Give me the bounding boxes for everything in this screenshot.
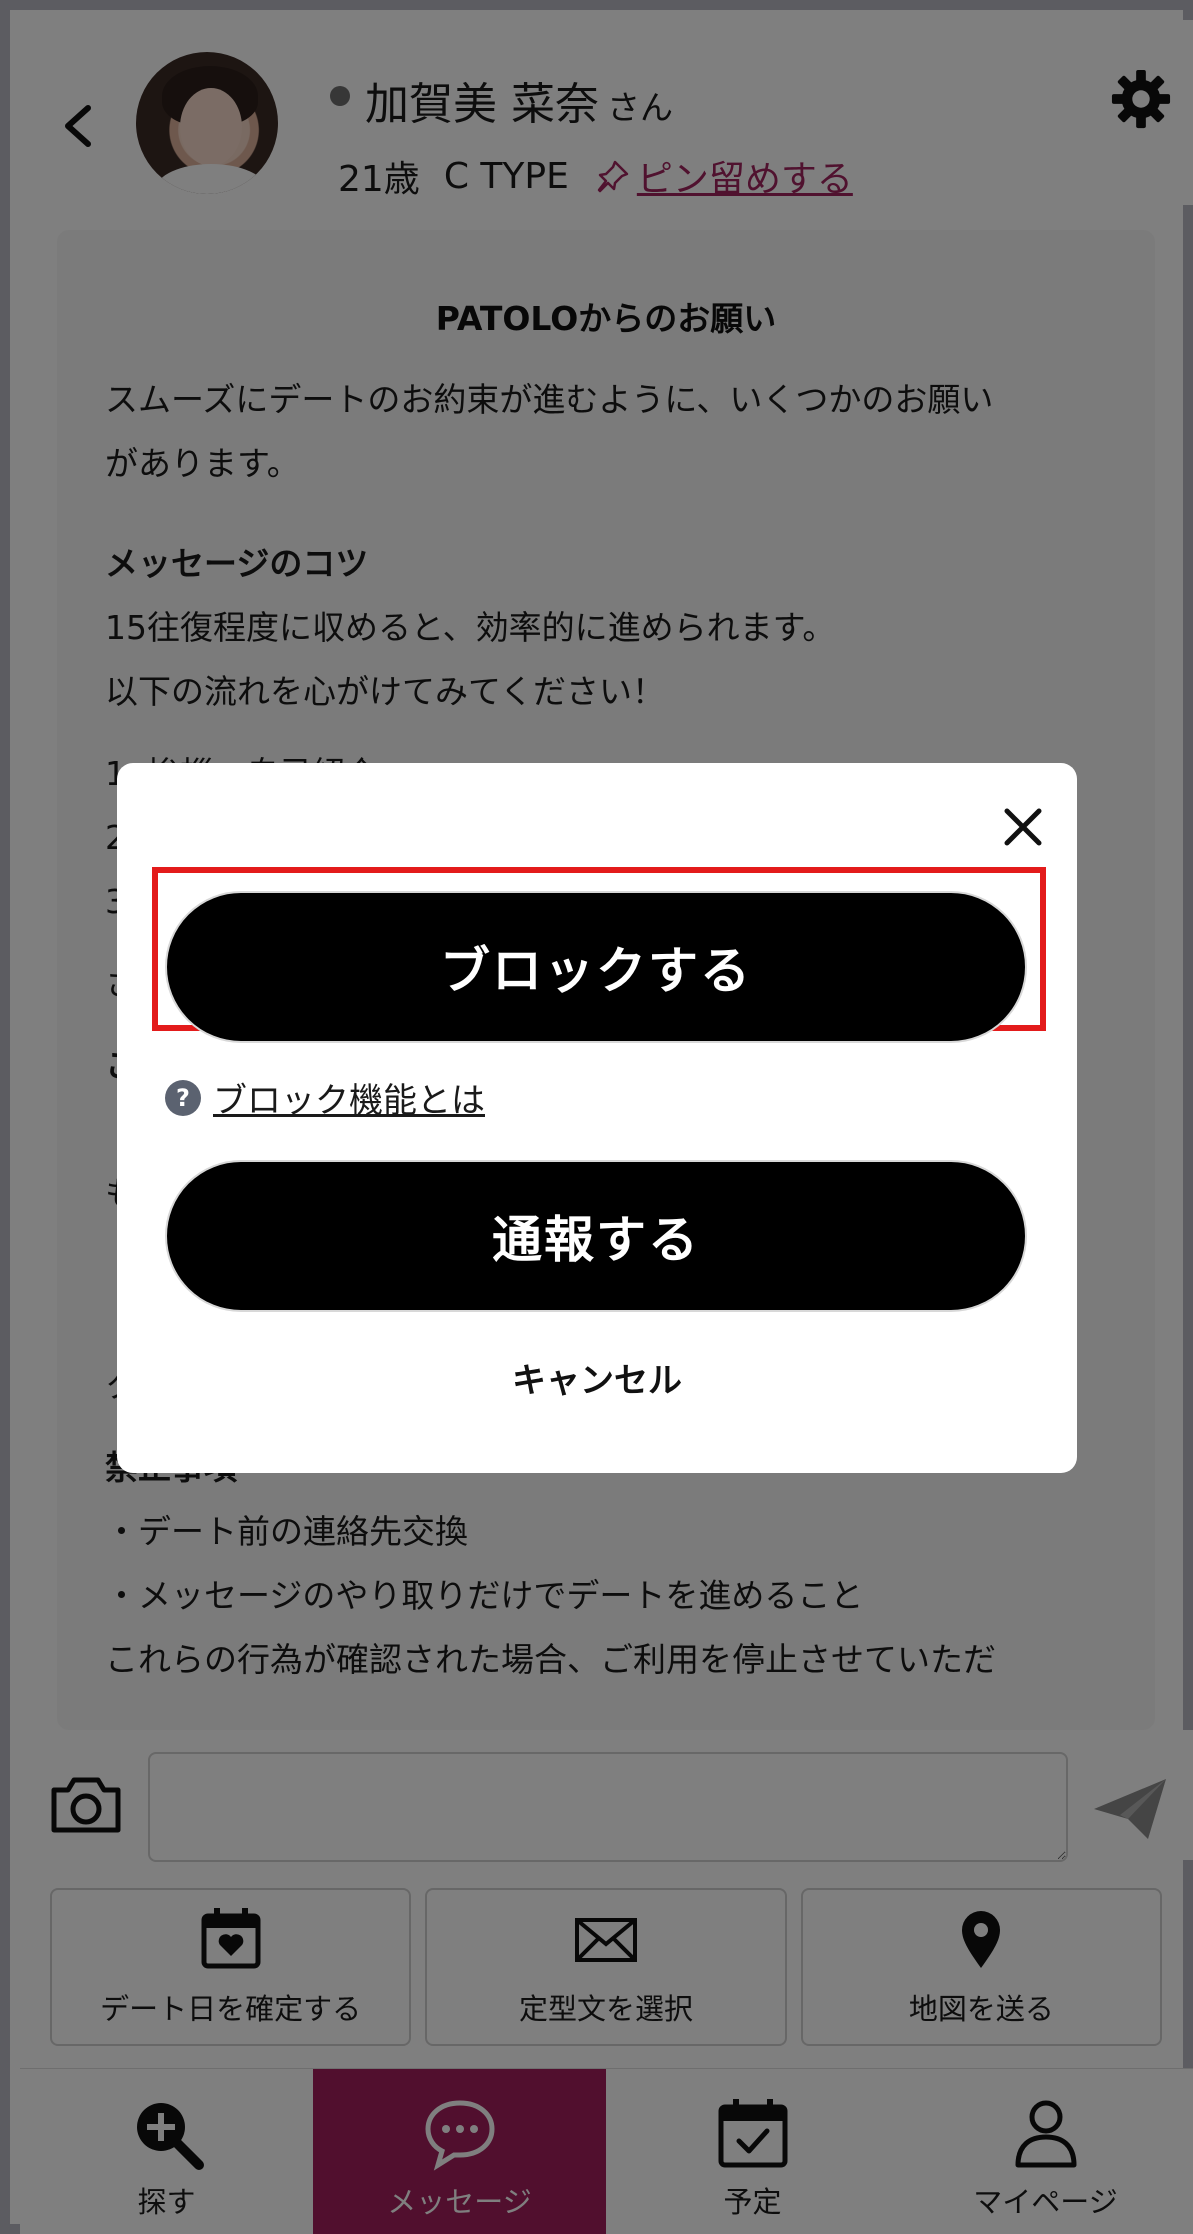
action-modal: ブロックする ? ブロック機能とは 通報する キャンセル [117, 763, 1077, 1473]
block-button[interactable]: ブロックする [165, 891, 1027, 1043]
report-button[interactable]: 通報する [165, 1160, 1027, 1312]
close-icon [1004, 808, 1042, 846]
cancel-button[interactable]: キャンセル [117, 1353, 1077, 1402]
help-icon: ? [165, 1079, 201, 1116]
close-button[interactable] [995, 799, 1051, 855]
block-help-link[interactable]: ブロック機能とは [213, 1073, 485, 1122]
block-help-row[interactable]: ? ブロック機能とは [165, 1073, 485, 1122]
